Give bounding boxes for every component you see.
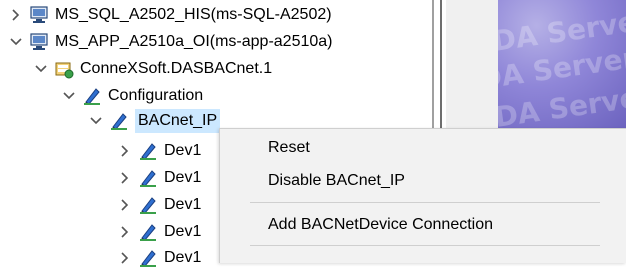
config-pen-icon [109,111,129,131]
tree-node-label: Dev1 [164,196,202,213]
chevron-right-icon[interactable] [118,251,132,265]
config-pen-icon [138,195,158,215]
server-icon [29,32,49,52]
menu-item-add-bacnet-device-connection[interactable]: Add BACNetDevice Connection [268,213,493,237]
tree-node-label: MS_SQL_A2502_HIS(ms-SQL-A2502) [55,6,332,23]
menu-separator [250,245,600,246]
tree-node-das-server[interactable]: ConneXSoft.DASBACnet.1 [34,56,272,82]
das-banner-image: DA Server DA Server DA Server [498,0,626,128]
tree-node-label: Dev1 [164,223,202,240]
tree-node-configuration[interactable]: Configuration [62,83,203,109]
tree-node-ms-app[interactable]: MS_APP_A2510a_OI(ms-app-a2510a) [9,29,333,55]
server-icon [29,5,49,25]
tree-node-label: MS_APP_A2510a_OI(ms-app-a2510a) [55,33,333,50]
chevron-down-icon[interactable] [34,62,48,76]
chevron-right-icon[interactable] [118,225,132,239]
config-pen-icon [138,222,158,242]
chevron-right-icon[interactable] [118,144,132,158]
chevron-down-icon[interactable] [62,89,76,103]
tree-node-label-selected: BACnet_IP [135,109,221,133]
config-pen-icon [138,168,158,188]
config-pen-icon [82,86,102,106]
tree-node-dev[interactable]: Dev1 [118,219,201,245]
context-menu: Reset Disable BACnet_IP Add BACNetDevice… [219,128,626,263]
tree-node-label: Dev1 [164,169,202,186]
das-server-icon [54,59,74,79]
tree-node-dev[interactable]: Dev1 [118,245,201,271]
chevron-down-icon[interactable] [89,114,103,128]
tree-node-dev[interactable]: Dev1 [118,138,201,164]
tree-node-dev[interactable]: Dev1 [118,165,201,191]
tree-node-dev[interactable]: Dev1 [118,192,201,218]
menu-item-reset[interactable]: Reset [268,136,310,160]
tree-node-label: ConneXSoft.DASBACnet.1 [80,60,273,77]
chevron-right-icon[interactable] [118,171,132,185]
config-pen-icon [138,248,158,268]
tree-node-bacnet-ip[interactable]: BACnet_IP [89,108,221,134]
menu-separator [250,202,600,203]
tree-node-label: Dev1 [164,249,202,266]
chevron-right-icon[interactable] [9,8,23,22]
tree-node-ms-sql[interactable]: MS_SQL_A2502_HIS(ms-SQL-A2502) [9,2,332,28]
menu-item-disable-bacnet-ip[interactable]: Disable BACnet_IP [268,169,405,193]
tree-node-label: Configuration [108,87,204,104]
chevron-right-icon[interactable] [118,198,132,212]
config-pen-icon [138,141,158,161]
tree-node-label: Dev1 [164,142,202,159]
chevron-down-icon[interactable] [9,35,23,49]
